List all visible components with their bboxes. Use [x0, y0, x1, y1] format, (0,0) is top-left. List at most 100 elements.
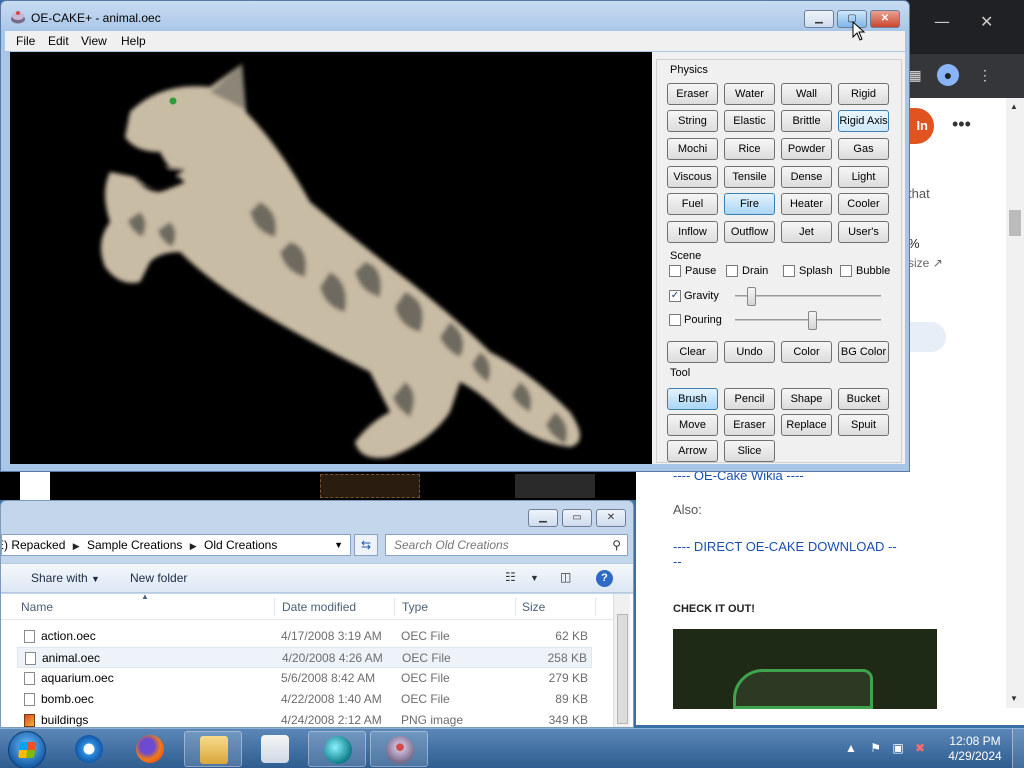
change-view-icon[interactable]: ☷ — [505, 570, 516, 584]
physics-button-wall[interactable]: Wall — [781, 83, 832, 105]
column-name[interactable]: Name — [21, 600, 53, 614]
pause-checkbox[interactable] — [669, 265, 681, 277]
tool-button-pencil[interactable]: Pencil — [724, 388, 775, 410]
taskbar-firefox[interactable] — [121, 731, 179, 767]
file-row[interactable]: bomb.oec 4/22/2008 1:40 AM OEC File 89 KB — [17, 689, 592, 710]
refresh-button[interactable]: ⇆ — [354, 534, 378, 556]
minimize-button[interactable]: ▁ — [528, 509, 558, 527]
column-divider[interactable] — [394, 598, 395, 616]
new-folder-button[interactable]: New folder — [130, 571, 187, 585]
menu-file[interactable]: File — [16, 34, 35, 48]
action-center-flag-icon[interactable]: ⚑ — [870, 741, 881, 755]
physics-button-dense[interactable]: Dense — [781, 166, 832, 188]
address-bar[interactable]: E) Repacked ▶ Sample Creations ▶ Old Cre… — [1, 534, 351, 556]
preview-pane-icon[interactable]: ◫ — [560, 570, 571, 584]
physics-button-eraser[interactable]: Eraser — [667, 83, 718, 105]
browser-scrollbar[interactable]: ▲ ▼ — [1006, 98, 1024, 708]
physics-button-fuel[interactable]: Fuel — [667, 193, 718, 215]
physics-button-cooler[interactable]: Cooler — [838, 193, 889, 215]
taskbar-oecake-2[interactable] — [370, 731, 428, 767]
file-row[interactable]: aquarium.oec 5/6/2008 8:42 AM OEC File 279 … — [17, 668, 592, 689]
column-date-modified[interactable]: Date modified — [282, 600, 356, 614]
simulation-canvas[interactable] — [10, 52, 652, 464]
close-icon[interactable]: ✕ — [980, 12, 993, 31]
gravity-slider-track[interactable] — [735, 295, 881, 297]
profile-avatar-icon[interactable]: ● — [937, 64, 959, 86]
scrollbar-thumb[interactable] — [1009, 210, 1021, 236]
tool-button-eraser[interactable]: Eraser — [724, 414, 775, 436]
more-menu-icon[interactable]: ⋮ — [974, 64, 996, 86]
column-divider[interactable] — [515, 598, 516, 616]
physics-button-powder[interactable]: Powder — [781, 138, 832, 160]
taskbar-explorer[interactable] — [184, 731, 242, 767]
breadcrumb-item[interactable]: Sample Creations — [87, 538, 182, 552]
splash-checkbox[interactable] — [783, 265, 795, 277]
column-divider[interactable] — [595, 598, 596, 616]
drain-checkbox[interactable] — [726, 265, 738, 277]
size-link[interactable]: size ↗ — [908, 256, 943, 270]
physics-button-water[interactable]: Water — [724, 83, 775, 105]
help-icon[interactable]: ? — [596, 570, 613, 587]
breadcrumb-item[interactable]: E) Repacked — [2, 538, 65, 552]
search-box[interactable]: Search Old Creations ⚲ — [385, 534, 628, 556]
bg-color-button[interactable]: BG Color — [838, 341, 889, 363]
menu-view[interactable]: View — [81, 34, 107, 48]
physics-button-elastic[interactable]: Elastic — [724, 110, 775, 132]
close-button[interactable]: ✕ — [870, 10, 900, 28]
physics-button-inflow[interactable]: Inflow — [667, 221, 718, 243]
scrollbar-thumb[interactable] — [617, 614, 628, 724]
column-size[interactable]: Size — [522, 600, 545, 614]
taskbar-media-player[interactable] — [246, 731, 304, 767]
close-button[interactable]: ✕ — [596, 509, 626, 527]
minimize-icon[interactable]: — — [934, 12, 950, 31]
start-button[interactable] — [8, 731, 46, 768]
physics-button-rigid-axis[interactable]: Rigid Axis — [838, 110, 889, 132]
scroll-down-icon[interactable]: ▼ — [1010, 694, 1018, 703]
maximize-button[interactable]: ▭ — [562, 509, 592, 527]
physics-button-user-s[interactable]: User's — [838, 221, 889, 243]
show-hidden-icons[interactable]: ▲ — [845, 741, 857, 755]
physics-button-heater[interactable]: Heater — [781, 193, 832, 215]
network-icon[interactable]: ▣ — [892, 741, 903, 755]
breadcrumb-separator-icon[interactable]: ▶ — [73, 541, 80, 551]
pouring-checkbox[interactable] — [669, 314, 681, 326]
column-type[interactable]: Type — [402, 600, 428, 614]
volume-muted-icon[interactable]: ✖ — [915, 741, 925, 755]
video-thumbnail[interactable] — [673, 629, 937, 709]
clear-button[interactable]: Clear — [667, 341, 718, 363]
view-dropdown-icon[interactable]: ▼ — [530, 573, 539, 583]
tool-button-arrow[interactable]: Arrow — [667, 440, 718, 462]
physics-button-viscous[interactable]: Viscous — [667, 166, 718, 188]
physics-button-gas[interactable]: Gas — [838, 138, 889, 160]
color-button[interactable]: Color — [781, 341, 832, 363]
physics-button-light[interactable]: Light — [838, 166, 889, 188]
file-row[interactable]: animal.oec 4/20/2008 4:26 AM OEC File 258 K… — [17, 647, 592, 668]
gravity-slider-thumb[interactable] — [746, 287, 756, 306]
share-with-button[interactable]: Share with ▼ — [31, 571, 100, 585]
physics-button-brittle[interactable]: Brittle — [781, 110, 832, 132]
physics-button-fire[interactable]: Fire — [724, 193, 775, 215]
tool-button-brush[interactable]: Brush — [667, 388, 718, 410]
file-row[interactable]: buildings 4/24/2008 2:12 AM PNG image 349 K… — [17, 710, 592, 727]
search-input[interactable]: Search Old Creations — [394, 538, 509, 552]
bubble-checkbox[interactable] — [840, 265, 852, 277]
oe-titlebar[interactable]: OE-CAKE+ - animal.oec ▁ ▢ ✕ — [1, 1, 909, 31]
physics-button-rigid[interactable]: Rigid — [838, 83, 889, 105]
taskbar-ie[interactable] — [60, 731, 118, 767]
physics-button-outflow[interactable]: Outflow — [724, 221, 775, 243]
clock[interactable]: 12:08 PM 4/29/2024 — [940, 734, 1010, 764]
breadcrumb-separator-icon[interactable]: ▶ — [190, 541, 197, 551]
column-divider[interactable] — [274, 598, 275, 616]
file-row[interactable]: action.oec 4/17/2008 3:19 AM OEC File 62 KB — [17, 626, 592, 647]
search-icon[interactable]: ⚲ — [612, 535, 621, 555]
scroll-up-icon[interactable]: ▲ — [1010, 102, 1018, 111]
breadcrumb-item[interactable]: Old Creations — [204, 538, 277, 552]
physics-button-rice[interactable]: Rice — [724, 138, 775, 160]
page-menu-icon[interactable]: ••• — [952, 114, 971, 135]
menu-help[interactable]: Help — [121, 34, 146, 48]
tool-button-shape[interactable]: Shape — [781, 388, 832, 410]
show-desktop-button[interactable] — [1012, 729, 1024, 768]
pouring-slider-thumb[interactable] — [808, 311, 817, 330]
tool-button-replace[interactable]: Replace — [781, 414, 832, 436]
physics-button-tensile[interactable]: Tensile — [724, 166, 775, 188]
